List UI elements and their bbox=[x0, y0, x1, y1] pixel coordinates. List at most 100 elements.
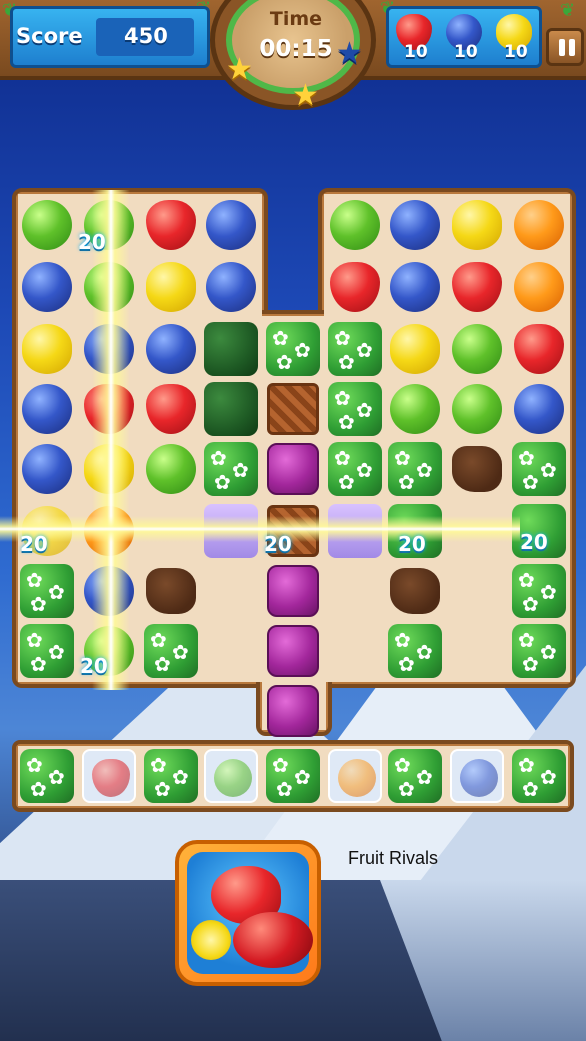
goal-count: 10 bbox=[454, 42, 478, 62]
flower-icon: ✿ bbox=[522, 652, 539, 676]
board-cell[interactable] bbox=[142, 380, 200, 438]
board-cell[interactable] bbox=[386, 196, 444, 254]
board-cell[interactable] bbox=[326, 747, 384, 805]
board-cell[interactable]: ✿ ✿ ✿ bbox=[142, 622, 200, 680]
flower-icon: ✿ bbox=[276, 350, 293, 374]
flower-icon: ✿ bbox=[416, 640, 433, 664]
board-cell[interactable] bbox=[202, 380, 260, 438]
board-cell[interactable] bbox=[510, 258, 568, 316]
board-cell[interactable] bbox=[202, 196, 260, 254]
bush-blocker: ✿ ✿ ✿ bbox=[144, 749, 198, 803]
board-cell[interactable] bbox=[448, 196, 506, 254]
board-cell[interactable] bbox=[386, 258, 444, 316]
board-cell[interactable] bbox=[448, 320, 506, 378]
board-cell[interactable] bbox=[386, 320, 444, 378]
orange-icon bbox=[338, 759, 376, 797]
board-cell[interactable] bbox=[18, 258, 76, 316]
board-cell[interactable] bbox=[326, 196, 384, 254]
pause-icon bbox=[569, 39, 575, 56]
board-cell[interactable] bbox=[142, 440, 200, 498]
lemon-icon bbox=[390, 324, 440, 374]
board-cell[interactable]: ✿ ✿ ✿ bbox=[386, 622, 444, 680]
apple-icon bbox=[330, 200, 380, 250]
line-blast-horizontal bbox=[0, 516, 520, 542]
flower-icon: ✿ bbox=[394, 628, 411, 652]
time-label: Time bbox=[269, 8, 323, 30]
board-cell[interactable] bbox=[510, 196, 568, 254]
board-cell[interactable]: ✿ ✿ ✿ bbox=[510, 562, 568, 620]
board-cell[interactable]: ✿ ✿ ✿ bbox=[18, 747, 76, 805]
board-cell[interactable]: ✿ ✿ ✿ bbox=[142, 747, 200, 805]
mud-blocker bbox=[390, 568, 440, 614]
jelly-blocker bbox=[267, 685, 319, 737]
board-cell[interactable] bbox=[386, 562, 444, 620]
board-cell[interactable] bbox=[202, 320, 260, 378]
board-cell[interactable] bbox=[448, 440, 506, 498]
board-cell[interactable] bbox=[264, 440, 322, 498]
strawberry-icon bbox=[452, 262, 502, 312]
star-empty-icon: ★ bbox=[336, 36, 363, 71]
board-cell[interactable] bbox=[264, 622, 322, 680]
bush-blocker: ✿ ✿ ✿ bbox=[388, 442, 442, 496]
blueberry-icon bbox=[390, 262, 440, 312]
board-cell[interactable] bbox=[142, 196, 200, 254]
board-cell[interactable]: ✿ ✿ ✿ bbox=[386, 440, 444, 498]
points-popup: 20 bbox=[264, 532, 292, 556]
board-cell[interactable] bbox=[142, 258, 200, 316]
board-cell[interactable] bbox=[386, 380, 444, 438]
board-cell[interactable] bbox=[264, 682, 322, 740]
board-cell[interactable] bbox=[326, 258, 384, 316]
board-cell[interactable] bbox=[142, 562, 200, 620]
flower-icon: ✿ bbox=[416, 458, 433, 482]
board-cell[interactable]: ✿ ✿ ✿ bbox=[202, 440, 260, 498]
board-cell[interactable] bbox=[18, 380, 76, 438]
board-cell[interactable] bbox=[448, 380, 506, 438]
pause-button[interactable] bbox=[546, 28, 584, 66]
board-cell[interactable] bbox=[18, 196, 76, 254]
top-hud: ❦ ❦ ❦ ❦ Score 450 Time 00:15 ★ ★ ★ 10 10… bbox=[0, 0, 586, 113]
flower-icon: ✿ bbox=[518, 568, 535, 592]
strawberry-icon bbox=[92, 759, 130, 797]
board-cell[interactable]: ✿ ✿ ✿ bbox=[264, 747, 322, 805]
board-cell[interactable]: ✿ ✿ ✿ bbox=[326, 320, 384, 378]
board-cell[interactable]: ✿ ✿ ✿ bbox=[264, 320, 322, 378]
board-cell[interactable] bbox=[510, 320, 568, 378]
ad-app-title[interactable]: Fruit Rivals bbox=[348, 848, 438, 869]
board-cell[interactable] bbox=[142, 320, 200, 378]
goal-count: 10 bbox=[504, 42, 528, 62]
board-cell[interactable] bbox=[264, 380, 322, 438]
board-cell[interactable]: ✿ ✿ ✿ bbox=[510, 747, 568, 805]
crate-blocker bbox=[267, 383, 319, 435]
fruit-rivals-app-icon[interactable] bbox=[175, 840, 321, 986]
board-cell[interactable] bbox=[264, 562, 322, 620]
blueberry-icon bbox=[146, 324, 196, 374]
flower-icon: ✿ bbox=[26, 568, 43, 592]
board-cell[interactable] bbox=[448, 747, 506, 805]
strawberry-icon bbox=[330, 262, 380, 312]
tomato-icon bbox=[233, 912, 313, 968]
board-cell[interactable]: ✿ ✿ ✿ bbox=[510, 622, 568, 680]
board-cell[interactable] bbox=[510, 380, 568, 438]
board-cell[interactable] bbox=[18, 440, 76, 498]
lemon-icon bbox=[452, 200, 502, 250]
flower-icon: ✿ bbox=[356, 398, 373, 422]
board-cell[interactable]: ✿ ✿ ✿ bbox=[18, 622, 76, 680]
board-cell[interactable]: ✿ ✿ ✿ bbox=[386, 747, 444, 805]
board-cell[interactable]: ✿ ✿ ✿ bbox=[326, 440, 384, 498]
flower-icon: ✿ bbox=[172, 640, 189, 664]
board-cell[interactable] bbox=[202, 747, 260, 805]
board-cell[interactable] bbox=[18, 320, 76, 378]
board-cell[interactable] bbox=[80, 747, 138, 805]
board-cell[interactable]: ✿ ✿ ✿ bbox=[510, 440, 568, 498]
flower-icon: ✿ bbox=[150, 628, 167, 652]
flower-icon: ✿ bbox=[394, 446, 411, 470]
blueberry-icon bbox=[514, 384, 564, 434]
flower-icon: ✿ bbox=[540, 458, 557, 482]
board-cell[interactable]: ✿ ✿ ✿ bbox=[18, 562, 76, 620]
board-cell[interactable] bbox=[202, 258, 260, 316]
board-cell[interactable] bbox=[448, 258, 506, 316]
flower-icon: ✿ bbox=[334, 446, 351, 470]
orange-icon bbox=[514, 200, 564, 250]
board-cell[interactable]: ✿ ✿ ✿ bbox=[326, 380, 384, 438]
points-popup: 20 bbox=[20, 532, 48, 556]
